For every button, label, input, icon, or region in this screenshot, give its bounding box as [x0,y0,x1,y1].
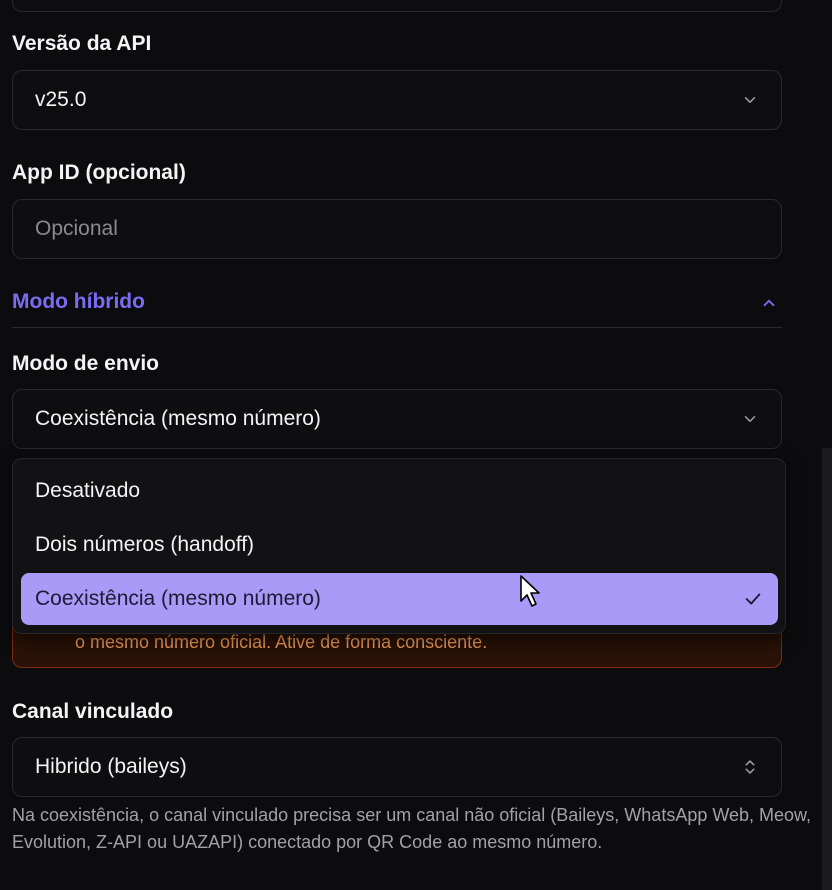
option-label: Coexistência (mesmo número) [35,587,321,610]
linked-channel-select[interactable]: Hibrido (baileys) [12,737,782,797]
api-version-label: Versão da API [12,32,152,55]
chevron-up-icon [763,299,775,307]
linked-channel-value: Hibrido (baileys) [35,755,187,778]
option-desativado[interactable]: Desativado [21,465,778,517]
scrollbar[interactable] [822,448,832,890]
option-coexistencia[interactable]: Coexistência (mesmo número) [21,573,778,625]
api-version-value: v25.0 [35,88,87,111]
app-id-placeholder: Opcional [35,217,118,240]
chevron-down-icon [744,416,756,422]
warning-text: o mesmo número oficial. Ative de forma c… [75,632,488,652]
settings-page: Versão da API v25.0 App ID (opcional) Op… [0,0,832,890]
mouse-pointer-icon [520,575,540,607]
app-id-input[interactable]: Opcional [12,199,782,259]
option-dois-numeros[interactable]: Dois números (handoff) [21,519,778,571]
send-mode-select[interactable]: Coexistência (mesmo número) [12,389,782,449]
send-mode-value: Coexistência (mesmo número) [35,407,321,430]
app-id-label: App ID (opcional) [12,161,186,184]
hybrid-mode-section-toggle[interactable]: Modo híbrido [12,282,782,328]
chevron-down-icon [744,97,756,103]
hybrid-mode-title: Modo híbrido [12,290,145,313]
send-mode-dropdown: Desativado Dois números (handoff) Coexis… [12,458,786,634]
send-mode-label: Modo de envio [12,352,159,375]
option-label: Desativado [35,479,141,502]
option-label: Dois números (handoff) [35,533,255,556]
linked-channel-help: Na coexistência, o canal vinculado preci… [12,805,812,852]
linked-channel-label: Canal vinculado [12,700,174,723]
check-icon [745,593,761,605]
chevron-up-down-icon [745,760,755,774]
previous-field[interactable] [12,0,782,12]
api-version-select[interactable]: v25.0 [12,70,782,130]
